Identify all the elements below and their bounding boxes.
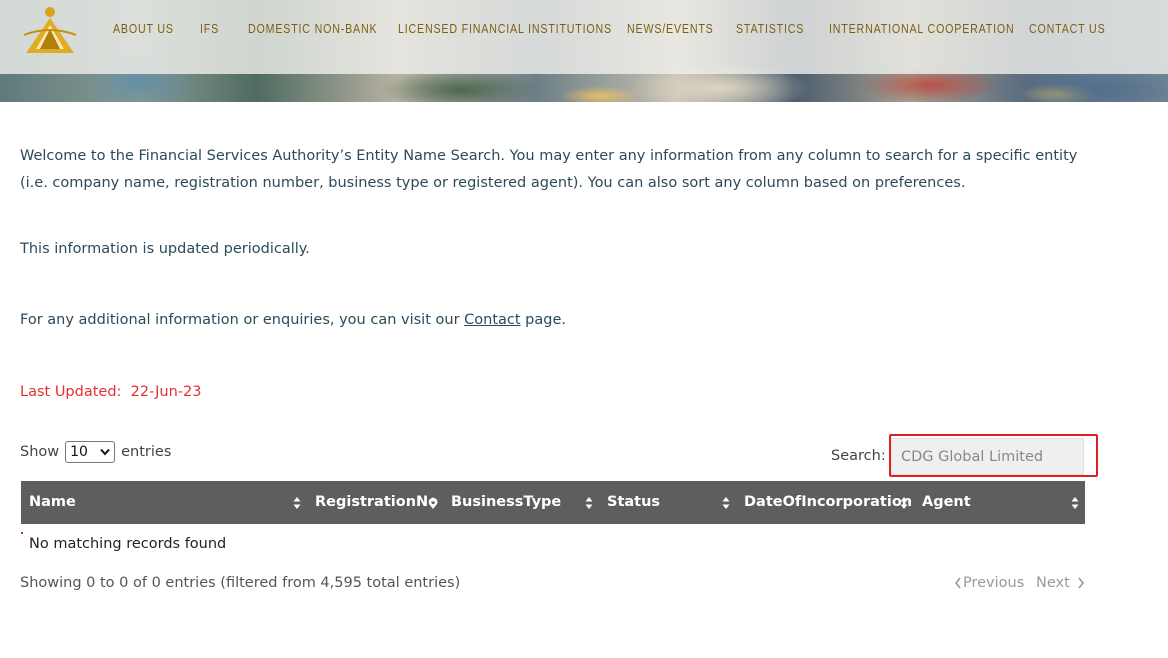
length-control: Show 10 entries [20,441,171,463]
sort-icon[interactable] [900,496,908,510]
nav-about-us[interactable]: ABOUT US [113,21,174,36]
entries-select[interactable]: 10 [65,441,116,463]
contact-note: For any additional information or enquir… [20,312,566,328]
column-header-registration-no[interactable]: RegistrationNo [315,481,438,524]
show-label: Show [20,444,60,460]
sort-icon[interactable] [429,496,437,510]
nav-contact-us[interactable]: CONTACT US [1029,21,1106,36]
header-banner: ABOUT US IFS DOMESTIC NON-BANK LICENSED … [0,0,1168,102]
nav-ifs[interactable]: IFS [200,21,219,36]
entries-select-value: 10 [70,444,88,460]
sort-icon[interactable] [293,496,301,510]
last-updated-label: Last Updated: [20,384,122,400]
intro-paragraph: Welcome to the Financial Services Author… [20,148,1078,191]
column-header-agent[interactable]: Agent [922,481,971,524]
entries-label: entries [121,444,172,460]
chevron-right-icon [1078,577,1084,589]
nav-domestic-non-bank[interactable]: DOMESTIC NON-BANK [248,21,377,36]
column-header-name[interactable]: Name [29,481,76,524]
nav-licensed-financial-institutions[interactable]: LICENSED FINANCIAL INSTITUTIONS [398,21,612,36]
periodic-note: This information is updated periodically… [20,241,310,257]
nav-international-cooperation[interactable]: INTERNATIONAL COOPERATION [829,21,1015,36]
nav-statistics[interactable]: STATISTICS [736,21,804,36]
column-header-date-of-incorporation[interactable]: DateOfIncorporation [744,481,912,524]
next-label: Next [1036,575,1070,591]
sort-icon[interactable] [1071,496,1079,510]
search-label: Search: [831,448,886,464]
last-updated: Last Updated: 22-Jun-23 [20,384,201,400]
table-header: Name RegistrationNo BusinessType Status … [21,481,1085,524]
chevron-left-icon [954,577,961,589]
column-header-business-type[interactable]: BusinessType [451,481,561,524]
sort-icon[interactable] [722,496,730,510]
next-button[interactable]: Next [1036,575,1087,591]
search-input[interactable] [891,438,1084,475]
column-header-status[interactable]: Status [607,481,660,524]
chevron-down-icon [100,448,110,456]
previous-button[interactable]: Previous [953,575,1024,591]
sort-icon[interactable] [585,496,593,510]
table-info: Showing 0 to 0 of 0 entries (filtered fr… [20,575,461,591]
contact-link[interactable]: Contact [464,312,520,328]
contact-suffix: page. [520,312,566,328]
previous-label: Previous [963,575,1025,591]
last-updated-value: 22-Jun-23 [130,384,202,400]
nav-news-events[interactable]: NEWS/EVENTS [627,21,714,36]
contact-prefix: For any additional information or enquir… [20,312,465,328]
empty-table-message: No matching records found [29,536,227,552]
marker-dot [21,532,23,534]
main-nav: ABOUT US IFS DOMESTIC NON-BANK LICENSED … [0,0,1168,62]
